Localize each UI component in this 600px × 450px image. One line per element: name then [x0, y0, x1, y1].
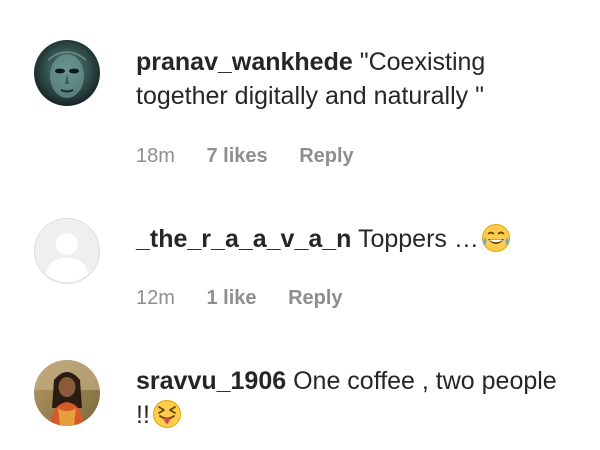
woman-portrait-avatar-icon — [34, 360, 100, 426]
reply-button[interactable]: Reply — [288, 286, 342, 310]
comment-timestamp: 18m — [136, 145, 175, 167]
avatar[interactable] — [34, 218, 100, 284]
comment-likes-link[interactable]: 1 like — [206, 286, 256, 310]
dark-teal-face-avatar-icon — [34, 40, 100, 106]
comment-meta: 18m 7 likes Reply — [136, 144, 354, 168]
comment-likes-link[interactable]: 7 likes — [206, 144, 267, 168]
comment-username[interactable]: pranav_wankhede — [136, 48, 353, 76]
comment-username[interactable]: _the_r_a_a_v_a_n — [136, 225, 351, 253]
default-profile-avatar-icon — [34, 218, 100, 284]
avatar[interactable] — [34, 40, 100, 106]
comment-timestamp: 12m — [136, 287, 175, 309]
comment-text-block: sravvu_1906 One coffee , two people !! — [136, 364, 576, 438]
comment-username[interactable]: sravvu_1906 — [136, 367, 286, 395]
avatar[interactable] — [34, 360, 100, 426]
tears-of-joy-emoji-icon — [481, 223, 511, 262]
squinting-tongue-emoji-icon — [152, 399, 182, 438]
comment-text-block: _the_r_a_a_v_a_n Toppers … — [136, 222, 576, 262]
comment-body: Toppers … — [357, 225, 479, 253]
comment-text-block: pranav_wankhede "Coexisting together dig… — [136, 45, 576, 113]
comment-meta: 12m 1 like Reply — [136, 286, 343, 310]
reply-button[interactable]: Reply — [299, 144, 353, 168]
